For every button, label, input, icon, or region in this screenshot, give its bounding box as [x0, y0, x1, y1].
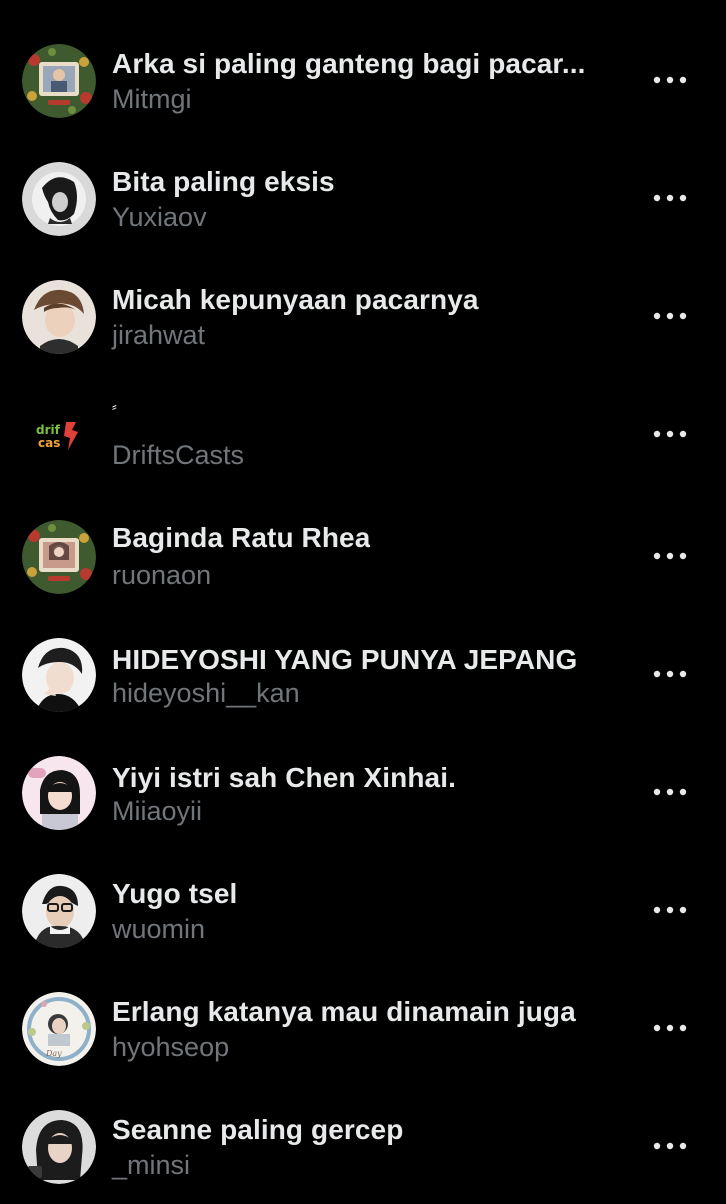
avatar[interactable]: Day — [22, 992, 96, 1066]
more-options-button[interactable] — [648, 301, 692, 331]
list-item-user[interactable]: HIDEYOSHI YANG PUNYA JEPANG hideyoshi__k… — [0, 614, 726, 732]
avatar[interactable] — [22, 162, 96, 236]
list-item-user[interactable]: Baginda Ratu Rhea ruonaon — [0, 496, 726, 614]
username-handle: ruonaon — [112, 560, 212, 590]
display-name: Seanne paling gercep — [112, 1114, 404, 1145]
more-horizontal-icon — [653, 552, 687, 560]
avatar[interactable] — [22, 756, 96, 830]
username-handle: DriftsCasts — [112, 440, 245, 470]
list-item-user[interactable]: Seanne paling gercep _minsi — [0, 1086, 726, 1204]
list-item-user[interactable]: Bita paling eksis Yuxiaov — [0, 138, 726, 256]
more-options-button[interactable] — [648, 183, 692, 213]
display-name: Yugo tsel — [112, 878, 238, 909]
more-options-button[interactable] — [648, 777, 692, 807]
display-name: Micah kepunyaan pacarnya — [112, 284, 479, 315]
more-horizontal-icon — [653, 76, 687, 84]
display-name: Yiyi istri sah Chen Xinhai. — [112, 762, 456, 793]
more-horizontal-icon — [653, 1142, 687, 1150]
svg-text:Day: Day — [45, 1049, 62, 1058]
more-horizontal-icon — [653, 430, 687, 438]
avatar[interactable] — [22, 44, 96, 118]
svg-text:drif: drif — [36, 423, 61, 437]
more-options-button[interactable] — [648, 1131, 692, 1161]
more-horizontal-icon — [653, 788, 687, 796]
list-item-user[interactable]: drif cas ⸗ DriftsCasts — [0, 374, 726, 492]
display-name: Arka si paling ganteng bagi pacar... — [112, 48, 586, 79]
username-handle: Yuxiaov — [112, 202, 207, 232]
list-item-user[interactable]: Yugo tsel wuomin — [0, 850, 726, 968]
more-horizontal-icon — [653, 312, 687, 320]
avatar[interactable] — [22, 874, 96, 948]
avatar[interactable] — [22, 520, 96, 594]
avatar[interactable] — [22, 638, 96, 712]
more-options-button[interactable] — [648, 1013, 692, 1043]
display-name: Baginda Ratu Rhea — [112, 522, 371, 553]
more-options-button[interactable] — [648, 659, 692, 689]
display-name: HIDEYOSHI YANG PUNYA JEPANG — [112, 644, 578, 675]
username-handle: hyohseop — [112, 1032, 230, 1062]
username-handle: jirahwat — [112, 320, 206, 350]
username-handle: _minsi — [112, 1150, 191, 1180]
more-options-button[interactable] — [648, 895, 692, 925]
list-item-user[interactable]: Day Erlang katanya mau dinamain juga hyo… — [0, 968, 726, 1086]
user-list: Arka si paling ganteng bagi pacar... Mit… — [0, 0, 726, 1200]
username-handle: hideyoshi__kan — [112, 678, 300, 708]
username-handle: wuomin — [112, 914, 206, 944]
display-name: Erlang katanya mau dinamain juga — [112, 996, 576, 1027]
more-options-button[interactable] — [648, 65, 692, 95]
more-horizontal-icon — [653, 194, 687, 202]
list-item-user[interactable]: Micah kepunyaan pacarnya jirahwat — [0, 256, 726, 374]
list-item-user[interactable]: Yiyi istri sah Chen Xinhai. Miiaoyii — [0, 732, 726, 850]
svg-text:cas: cas — [38, 436, 60, 450]
more-options-button[interactable] — [648, 541, 692, 571]
avatar[interactable] — [22, 280, 96, 354]
more-horizontal-icon — [653, 1024, 687, 1032]
list-item-user[interactable]: Arka si paling ganteng bagi pacar... Mit… — [0, 20, 726, 138]
display-name: Bita paling eksis — [112, 166, 335, 197]
more-horizontal-icon — [653, 670, 687, 678]
more-options-button[interactable] — [648, 419, 692, 449]
username-handle: Mitmgi — [112, 84, 192, 114]
username-handle: Miiaoyii — [112, 796, 203, 826]
display-name: ⸗ — [112, 398, 117, 414]
avatar[interactable]: drif cas — [22, 398, 96, 472]
more-horizontal-icon — [653, 906, 687, 914]
avatar[interactable] — [22, 1110, 96, 1184]
